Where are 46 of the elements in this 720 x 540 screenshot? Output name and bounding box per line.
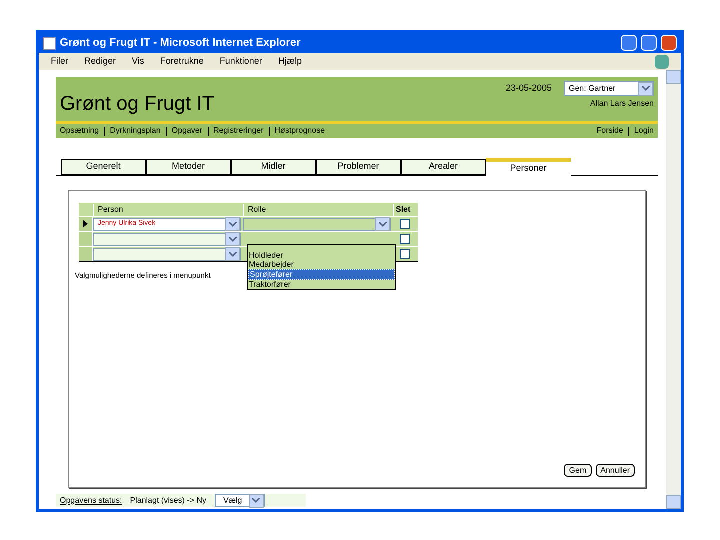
dropdown-option[interactable]: Sprøjtefører: [248, 269, 395, 280]
person-select[interactable]: [93, 248, 241, 260]
role-select[interactable]: Gen: Gartner: [564, 81, 654, 96]
page-icon: [43, 36, 56, 50]
user-name: Allan Lars Jensen: [590, 98, 654, 110]
nav-link[interactable]: Forside: [596, 125, 624, 137]
tab[interactable]: Midler: [231, 159, 316, 175]
menu-item[interactable]: Foretrukne: [160, 54, 204, 68]
menu-item[interactable]: Rediger: [84, 54, 116, 68]
window-title: Grønt og Frugt IT - Microsoft Internet Explorer: [60, 36, 302, 51]
column-header: Person: [93, 204, 243, 216]
form-button[interactable]: Annuller: [596, 464, 635, 477]
delete-checkbox[interactable]: [400, 234, 410, 244]
site-title: Grønt og Frugt IT: [60, 92, 216, 117]
maximize-button[interactable]: [641, 35, 657, 51]
nav-link[interactable]: Dyrkningsplan: [110, 125, 161, 137]
nav-link[interactable]: Opsætning: [60, 125, 100, 137]
row-selector[interactable]: [79, 217, 93, 231]
tab[interactable]: Generelt: [61, 159, 146, 175]
date-text: 23-05-2005: [506, 82, 552, 95]
menu-item[interactable]: Funktioner: [220, 54, 262, 68]
column-header: Rolle: [243, 204, 393, 216]
menu-item[interactable]: Vis: [132, 54, 144, 68]
dropdown-option[interactable]: Traktorfører: [248, 280, 395, 289]
nav-link[interactable]: Høstprognose: [274, 125, 326, 137]
minimize-button[interactable]: [621, 35, 637, 51]
status-label: Opgavens status:: [60, 494, 122, 506]
tab[interactable]: Problemer: [316, 159, 401, 175]
menu-item[interactable]: Hjælp: [278, 54, 302, 68]
delete-checkbox[interactable]: [400, 249, 410, 259]
nav-link[interactable]: Login: [634, 125, 654, 137]
nav-link[interactable]: Registreringer: [214, 125, 264, 137]
dropdown-option[interactable]: Medarbejder: [248, 260, 395, 269]
dropdown-option[interactable]: Holdleder: [248, 251, 395, 260]
delete-checkbox[interactable]: [400, 219, 410, 229]
menu-item[interactable]: Filer: [51, 54, 68, 68]
nav-link[interactable]: Opgaver: [172, 125, 203, 137]
form-button[interactable]: Gem: [564, 464, 592, 477]
column-header: Slet: [393, 204, 417, 216]
status-select[interactable]: Vælg: [214, 494, 265, 507]
close-button[interactable]: [661, 35, 677, 51]
tab[interactable]: Metoder: [146, 159, 231, 175]
windows-logo-icon: [655, 54, 669, 68]
tab[interactable]: Arealer: [401, 159, 486, 175]
status-value: Planlagt (vises) -> Ny: [130, 494, 207, 506]
tab[interactable]: Personer: [486, 158, 571, 176]
